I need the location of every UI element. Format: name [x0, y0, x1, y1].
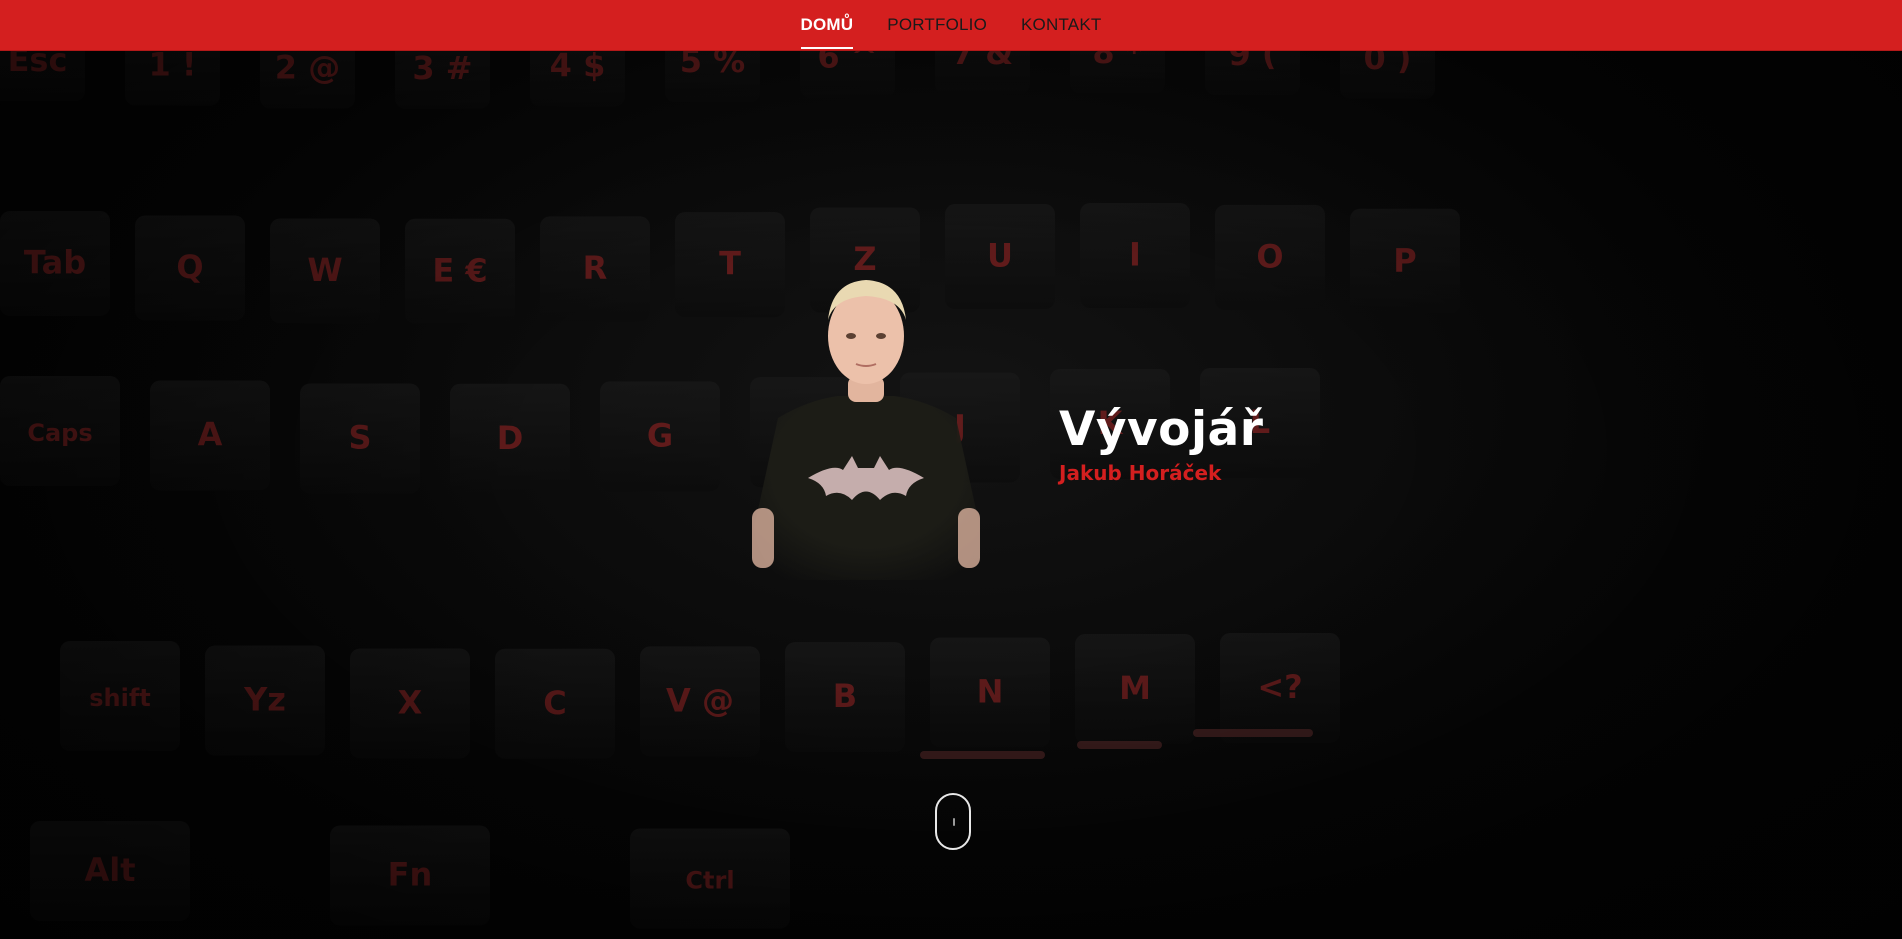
keyboard-key-label: U: [987, 237, 1013, 275]
keyboard-key-label: V @: [666, 681, 734, 719]
keyboard-key: 0 ): [1340, 51, 1435, 99]
keyboard-key-label: 3 #: [412, 51, 472, 87]
keyboard-key: 3 #: [395, 51, 490, 109]
keyboard-key-label: Yz: [243, 681, 286, 719]
nav-item-kontakt[interactable]: KONTAKT: [1021, 0, 1101, 50]
keyboard-key: G: [600, 381, 720, 492]
keyboard-key: 2 @: [260, 51, 355, 109]
keyboard-key-label: 8 *: [1092, 51, 1142, 71]
keyboard-key-label: shift: [89, 684, 151, 712]
keyboard-key: E €: [405, 218, 515, 324]
keyboard-key-label: <?: [1257, 668, 1302, 706]
keyboard-key-label: 7 &: [952, 51, 1013, 72]
keyboard-key-label: D: [497, 419, 524, 457]
keyboard-key: Yz: [205, 645, 325, 756]
keyboard-key: Alt: [30, 821, 190, 921]
keyboard-key-label: 5 %: [680, 51, 745, 80]
keyboard-key-label: X: [398, 683, 423, 721]
scroll-wheel: [953, 818, 955, 826]
keyboard-key-label: 6 ^: [817, 51, 877, 75]
keyboard-key-label: E €: [432, 251, 487, 289]
keyboard-key-label: Ctrl: [685, 866, 734, 894]
keyboard-key-label: Tab: [24, 244, 86, 282]
keyboard-key: I: [1080, 203, 1190, 309]
keyboard-key-label: 0 ): [1363, 51, 1411, 77]
keyboard-key: V @: [640, 646, 760, 757]
keyboard-key: P: [1350, 208, 1460, 314]
nav-item-dom-[interactable]: DOMŮ: [800, 0, 854, 50]
keyboard-key: 1 !: [125, 51, 220, 106]
profile-photo: [752, 280, 980, 580]
keyboard-key-label: W: [307, 251, 342, 289]
keyboard-key-label: T: [719, 245, 741, 283]
keyboard-key-label: S: [348, 418, 371, 456]
keyboard-key: Caps: [0, 376, 120, 486]
keyboard-key: Ctrl: [630, 828, 790, 929]
keyboard-key: 5 %: [665, 51, 760, 103]
keyboard-key-label: B: [833, 677, 857, 715]
keyboard-key-label: Q: [176, 248, 203, 286]
nav-item-portfolio[interactable]: PORTFOLIO: [887, 0, 987, 50]
keyboard-key-label: I: [1129, 236, 1141, 274]
keyboard-key: 7 &: [935, 51, 1030, 95]
keyboard-key-label: Esc: [8, 51, 68, 79]
keyboard-key: B: [785, 642, 905, 753]
keyboard-key-label: C: [543, 684, 566, 722]
keyboard-key: 9 (: [1205, 51, 1300, 95]
keyboard-key: <?: [1220, 633, 1340, 744]
hero-subtitle: Jakub Horáček: [1059, 461, 1222, 485]
keyboard-key-label: 4 $: [550, 51, 606, 84]
nav-list: DOMŮ PORTFOLIO KONTAKT: [800, 0, 1102, 50]
keyboard-key: S: [300, 383, 420, 494]
keyboard-key-label: M: [1119, 669, 1151, 707]
mouse-scroll-icon[interactable]: [935, 793, 971, 850]
keyboard-key-label: 1 !: [149, 51, 197, 84]
keyboard-key: shift: [60, 641, 180, 751]
keyboard-key-label: 2 @: [275, 51, 340, 86]
keyboard-key-label: Alt: [84, 851, 135, 889]
hero-title: Vývojář: [1059, 402, 1264, 457]
keyboard-key-label: 9 (: [1228, 51, 1276, 73]
page: Esc 1 ! 2 @ 3 # 4 $ 5 % 6 ^ 7 & 8 * 9 ( 0 ) Tab Q W E …: [0, 0, 1902, 939]
keyboard-key: D: [450, 383, 570, 494]
keyboard-key: N: [930, 637, 1050, 748]
keyboard-key: X: [350, 648, 470, 759]
keyboard-key: A: [150, 380, 270, 491]
hero-title-block: Vývojář Jakub Horáček: [1059, 406, 1263, 483]
keyboard-key-label: R: [583, 249, 608, 287]
keyboard-key: 8 *: [1070, 51, 1165, 94]
keyboard-key-label: Caps: [27, 419, 92, 447]
keyboard-key: O: [1215, 204, 1325, 310]
keyboard-key: M: [1075, 634, 1195, 745]
keyboard-key: 6 ^: [800, 51, 895, 98]
keyboard-key: W: [270, 218, 380, 324]
top-navbar: DOMŮ PORTFOLIO KONTAKT: [0, 0, 1902, 51]
keyboard-key-label: O: [1256, 237, 1283, 275]
keyboard-key: Tab: [0, 211, 110, 316]
keyboard-key: C: [495, 648, 615, 759]
keyboard-key: Fn: [330, 825, 490, 926]
keyboard-key-label: N: [977, 672, 1004, 710]
keyboard-key: 4 $: [530, 51, 625, 107]
keyboard-key-label: P: [1393, 241, 1416, 279]
keyboard-key: Q: [135, 215, 245, 321]
keyboard-key-label: G: [647, 416, 673, 454]
keyboard-key: Esc: [0, 51, 85, 101]
keyboard-key-label: Fn: [388, 856, 433, 894]
keyboard-key: R: [540, 216, 650, 322]
keyboard-key-label: A: [198, 416, 223, 454]
